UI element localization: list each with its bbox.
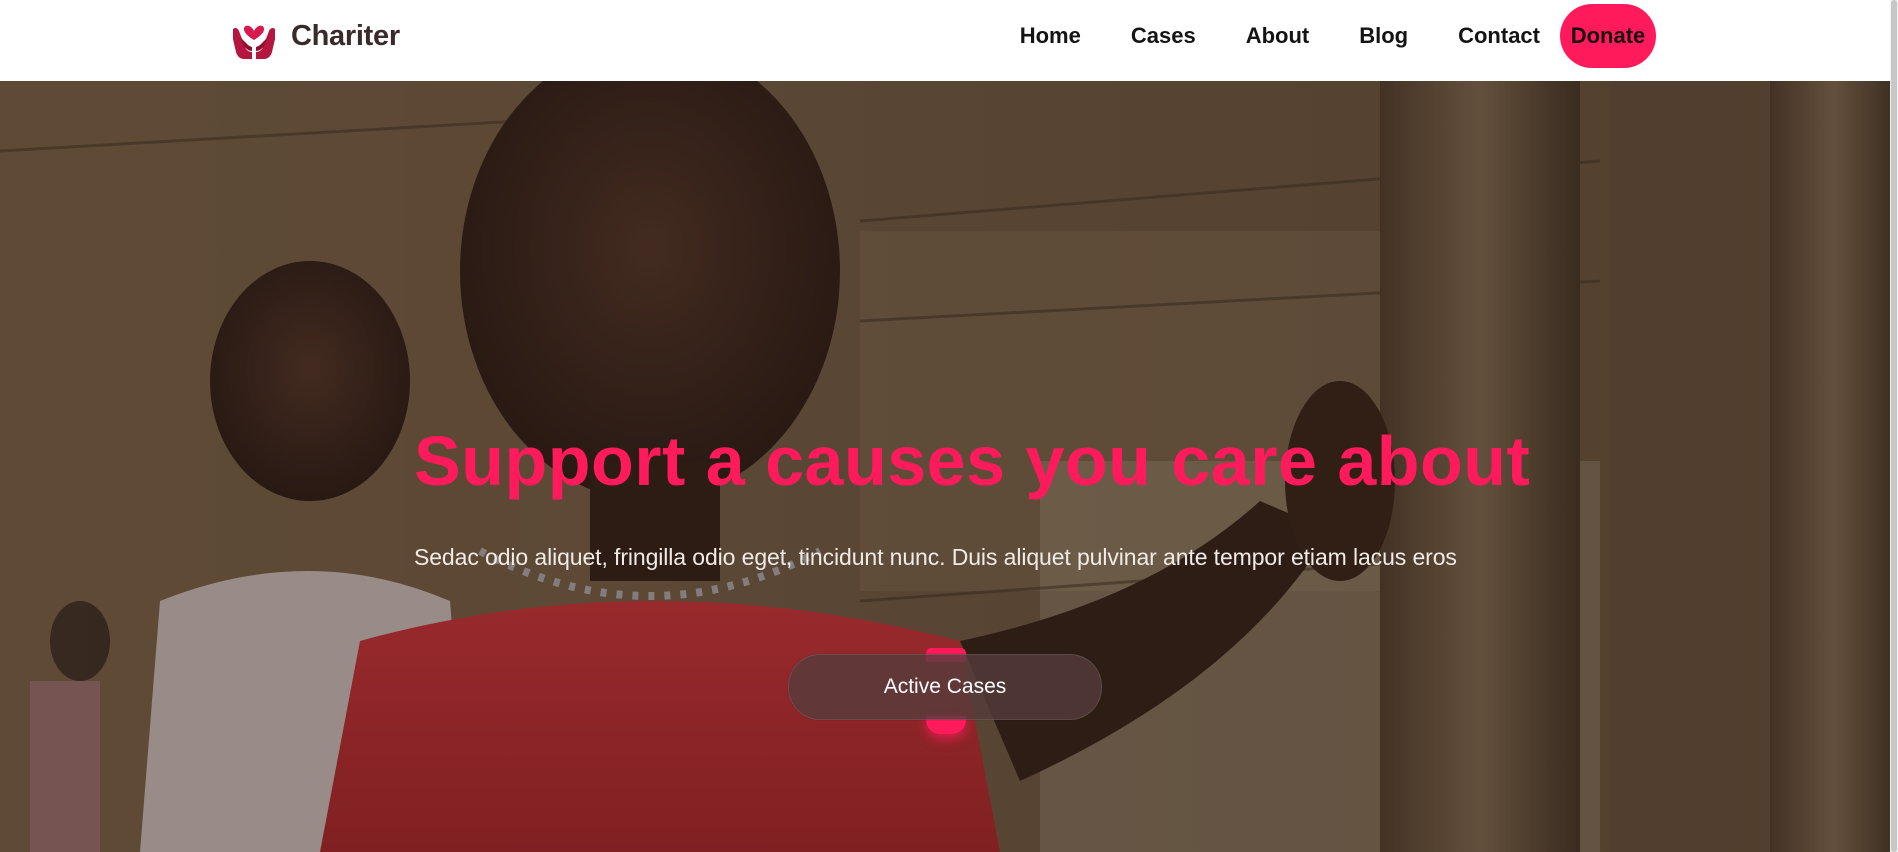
site-header: Chariter Home Cases About Blog Contact D… — [0, 0, 1898, 81]
hero-subtitle: Sedac odio aliquet, fringilla odio eget,… — [414, 544, 1457, 570]
nav-cases-link[interactable]: Cases — [1131, 23, 1196, 49]
hero-section: Support a causes you care about Sedac od… — [0, 81, 1898, 852]
nav-contact-link[interactable]: Contact — [1458, 23, 1540, 49]
brand-name: Chariter — [291, 19, 400, 52]
donate-button[interactable]: Donate — [1560, 4, 1656, 68]
nav-about-link[interactable]: About — [1246, 23, 1310, 49]
cta-wrapper: Active Cases — [788, 632, 1102, 752]
main-nav: Home Cases About Blog Contact Donate — [1020, 4, 1656, 68]
active-cases-button[interactable]: Active Cases — [788, 654, 1102, 720]
page-scrollbar[interactable] — [1890, 0, 1898, 852]
nav-blog-link[interactable]: Blog — [1359, 23, 1408, 49]
page: Chariter Home Cases About Blog Contact D… — [0, 0, 1898, 852]
heart-hands-icon — [233, 25, 275, 59]
hero-title: Support a causes you care about — [414, 422, 1531, 500]
brand-logo[interactable]: Chariter — [231, 12, 400, 60]
scrollbar-thumb[interactable] — [1891, 0, 1897, 852]
nav-home-link[interactable]: Home — [1020, 23, 1081, 49]
